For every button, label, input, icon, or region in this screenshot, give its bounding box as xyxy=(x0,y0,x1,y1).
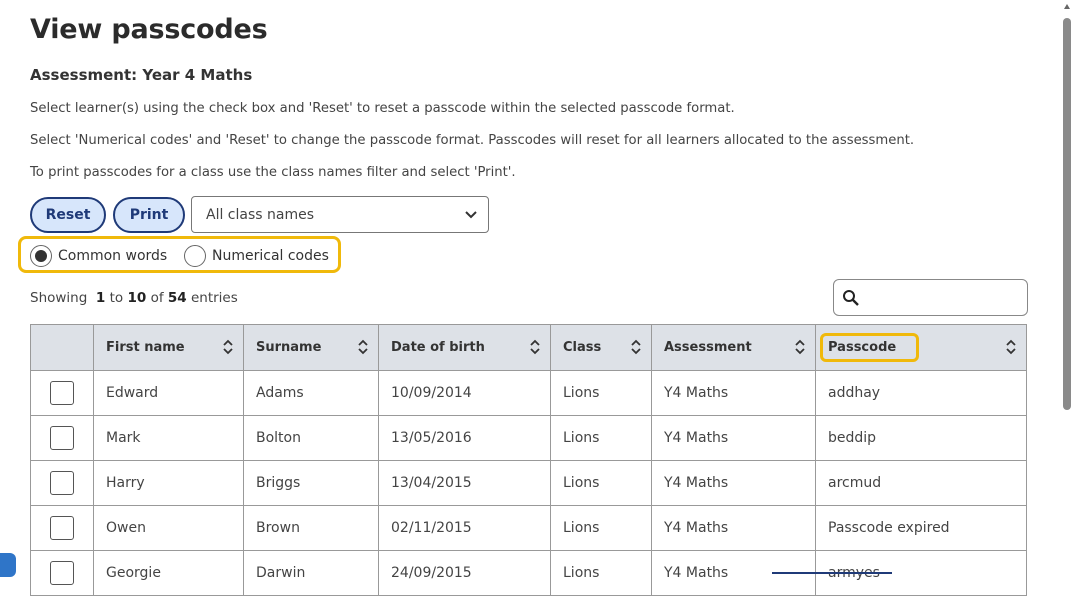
instruction-1: Select learner(s) using the check box an… xyxy=(30,101,735,116)
passcode-header-highlight: Passcode xyxy=(820,333,920,362)
sort-icon xyxy=(1006,339,1016,355)
cell-dob: 24/09/2015 xyxy=(378,550,551,596)
cell-first-name: Georgie xyxy=(93,550,244,596)
cell-surname: Bolton xyxy=(243,415,379,461)
common-words-label: Common words xyxy=(58,248,168,264)
select-column-header xyxy=(30,324,94,371)
sort-icon xyxy=(795,339,805,355)
cell-first-name: Edward xyxy=(93,370,244,416)
print-button[interactable]: Print xyxy=(113,197,185,233)
table-header-row: First name Surname Date of birth Class A… xyxy=(30,324,1027,371)
reset-button[interactable]: Reset xyxy=(30,197,106,233)
cell-class: Lions xyxy=(550,460,652,506)
cell-first-name: Harry xyxy=(93,460,244,506)
sort-icon xyxy=(631,339,641,355)
cell-passcode: Passcode expired xyxy=(815,505,1027,551)
cell-assessment: Y4 Maths xyxy=(651,370,816,416)
cell-dob: 02/11/2015 xyxy=(378,505,551,551)
scrollbar-thumb[interactable] xyxy=(1063,18,1071,410)
passcode-format-group: Common words Numerical codes xyxy=(18,236,341,273)
cell-class: Lions xyxy=(550,550,652,596)
bottom-underline xyxy=(772,572,892,574)
cell-dob: 13/04/2015 xyxy=(378,460,551,506)
sort-icon xyxy=(358,339,368,355)
header-passcode[interactable]: Passcode xyxy=(815,324,1027,371)
row-checkbox[interactable] xyxy=(50,471,74,495)
common-words-radio[interactable]: Common words xyxy=(30,245,167,267)
entries-summary: Showing 1 to 10 of 54 entries xyxy=(30,290,238,306)
assessment-subtitle: Assessment: Year 4 Maths xyxy=(30,66,253,84)
passcodes-table: First name Surname Date of birth Class A… xyxy=(30,324,1027,596)
radio-unselected-icon xyxy=(184,245,206,267)
header-surname[interactable]: Surname xyxy=(243,324,379,371)
cell-surname: Adams xyxy=(243,370,379,416)
cell-class: Lions xyxy=(550,415,652,461)
help-widget-icon[interactable] xyxy=(0,553,16,577)
sort-icon xyxy=(223,339,233,355)
header-date-of-birth[interactable]: Date of birth xyxy=(378,324,551,371)
radio-selected-icon xyxy=(30,245,52,267)
scroll-up-icon[interactable] xyxy=(1063,3,1071,11)
row-checkbox[interactable] xyxy=(50,516,74,540)
header-first-name[interactable]: First name xyxy=(93,324,244,371)
row-checkbox[interactable] xyxy=(50,561,74,585)
numerical-codes-label: Numerical codes xyxy=(212,248,329,264)
chevron-down-icon xyxy=(465,211,477,219)
table-row: Edward Adams 10/09/2014 Lions Y4 Maths a… xyxy=(30,370,1027,416)
table-row: Owen Brown 02/11/2015 Lions Y4 Maths Pas… xyxy=(30,505,1027,551)
cell-class: Lions xyxy=(550,370,652,416)
header-class[interactable]: Class xyxy=(550,324,652,371)
instruction-3: To print passcodes for a class use the c… xyxy=(30,165,516,180)
row-checkbox[interactable] xyxy=(50,426,74,450)
cell-dob: 10/09/2014 xyxy=(378,370,551,416)
header-assessment[interactable]: Assessment xyxy=(651,324,816,371)
cell-assessment: Y4 Maths xyxy=(651,460,816,506)
cell-surname: Brown xyxy=(243,505,379,551)
cell-first-name: Mark xyxy=(93,415,244,461)
search-input[interactable] xyxy=(833,279,1028,316)
cell-dob: 13/05/2016 xyxy=(378,415,551,461)
cell-passcode: arcmud xyxy=(815,460,1027,506)
cell-surname: Darwin xyxy=(243,550,379,596)
table-row: Mark Bolton 13/05/2016 Lions Y4 Maths be… xyxy=(30,415,1027,461)
class-filter-value: All class names xyxy=(206,206,315,223)
class-names-filter[interactable]: All class names xyxy=(191,196,489,233)
numerical-codes-radio[interactable]: Numerical codes xyxy=(184,245,329,267)
row-checkbox[interactable] xyxy=(50,381,74,405)
cell-first-name: Owen xyxy=(93,505,244,551)
cell-class: Lions xyxy=(550,505,652,551)
instruction-2: Select 'Numerical codes' and 'Reset' to … xyxy=(30,133,915,148)
sort-icon xyxy=(530,339,540,355)
cell-assessment: Y4 Maths xyxy=(651,415,816,461)
cell-surname: Briggs xyxy=(243,460,379,506)
page-title: View passcodes xyxy=(30,14,268,45)
scrollbar[interactable] xyxy=(1059,0,1075,573)
cell-passcode: addhay xyxy=(815,370,1027,416)
cell-assessment: Y4 Maths xyxy=(651,505,816,551)
cell-passcode: beddip xyxy=(815,415,1027,461)
table-row: Harry Briggs 13/04/2015 Lions Y4 Maths a… xyxy=(30,460,1027,506)
search-icon xyxy=(843,290,859,306)
